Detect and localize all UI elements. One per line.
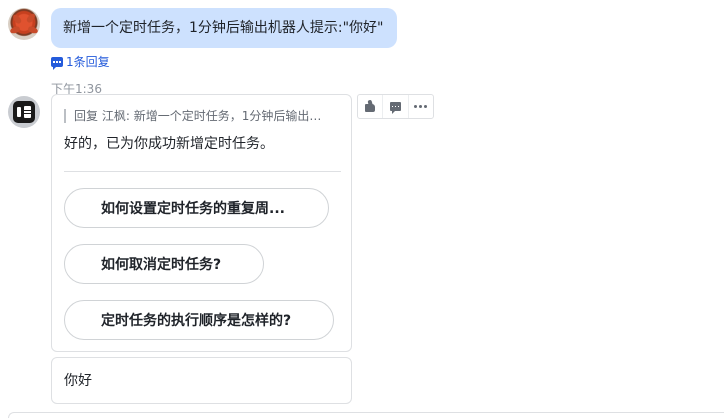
bot-logo-icon: [13, 101, 35, 123]
chat-page: 新增一个定时任务，1分钟后输出机器人提示:"你好" 1条回复 下午1:36 回复…: [0, 0, 724, 418]
more-button[interactable]: [409, 95, 433, 118]
reply-quote[interactable]: 回复 江枫: 新增一个定时任务，1分钟后输出机...: [64, 109, 332, 123]
quote-text: 新增一个定时任务，1分钟后输出机...: [133, 109, 332, 123]
reply-count-label: 1条回复: [66, 55, 110, 69]
suggestion-label: 定时任务的执行顺序是怎样的?: [101, 313, 292, 329]
quote-prefix: 回复 江枫:: [74, 109, 130, 123]
reply-card-text: 你好: [64, 373, 92, 389]
user-message-text: 新增一个定时任务，1分钟后输出机器人提示:"你好": [63, 20, 384, 36]
comment-icon: [389, 102, 401, 114]
bot-avatar[interactable]: [8, 96, 40, 128]
user-message-bubble[interactable]: 新增一个定时任务，1分钟后输出机器人提示:"你好": [51, 8, 397, 48]
suggestion-button[interactable]: 如何取消定时任务?: [64, 244, 264, 284]
bot-message-text: 好的，已为你成功新增定时任务。: [64, 136, 274, 152]
thumbs-up-icon: [365, 103, 376, 112]
card-divider: [64, 171, 341, 172]
thumbs-up-button[interactable]: [358, 95, 384, 118]
suggestion-button[interactable]: 定时任务的执行顺序是怎样的?: [64, 300, 334, 340]
reply-button[interactable]: [383, 95, 409, 118]
message-action-toolbar: [357, 94, 434, 119]
suggestion-label: 如何设置定时任务的重复周...: [101, 201, 285, 217]
user-avatar[interactable]: [8, 8, 40, 40]
bot-message-card: 回复 江枫: 新增一个定时任务，1分钟后输出机... 好的，已为你成功新增定时任…: [51, 94, 352, 352]
more-icon: [414, 105, 428, 108]
thread-reply-count[interactable]: 1条回复: [51, 53, 110, 70]
suggestion-label: 如何取消定时任务?: [101, 257, 222, 273]
suggestion-button[interactable]: 如何设置定时任务的重复周...: [64, 188, 329, 228]
message-input-edge[interactable]: [8, 412, 724, 418]
bot-reply-card: 你好: [51, 357, 352, 404]
reply-bubble-icon: [51, 56, 63, 70]
